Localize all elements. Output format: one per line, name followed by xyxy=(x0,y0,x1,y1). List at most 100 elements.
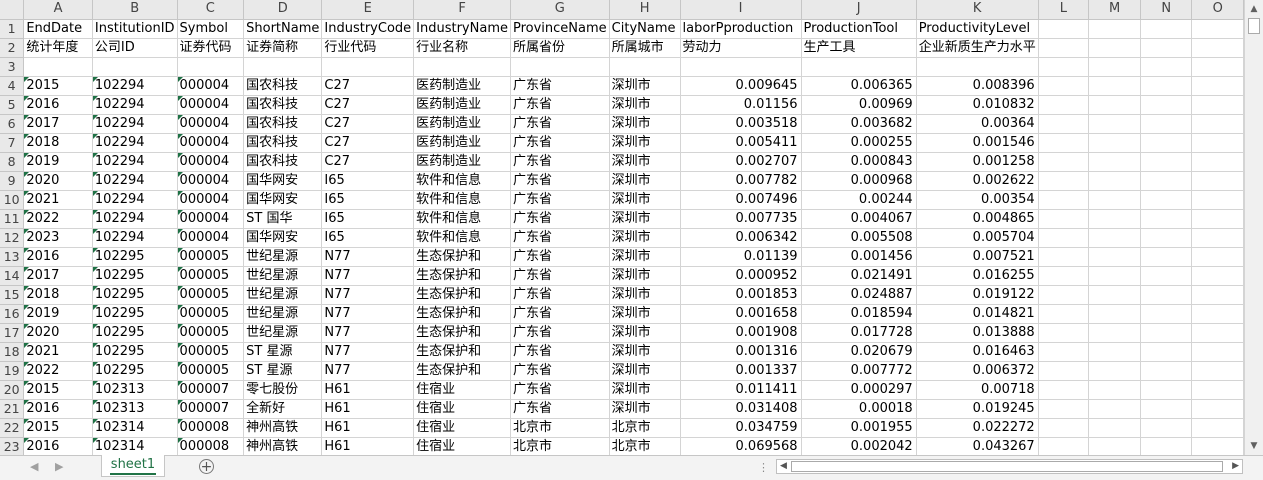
vertical-scrollbar[interactable]: ▲ ▼ xyxy=(1244,0,1263,455)
cell-f2[interactable]: 行业名称 xyxy=(413,38,511,58)
cell-e21[interactable]: H61 xyxy=(321,399,415,419)
row-header[interactable]: 4 xyxy=(0,76,25,96)
cell-c5[interactable]: 000004 xyxy=(177,95,245,115)
cell-d5[interactable]: 国农科技 xyxy=(243,95,323,115)
cell-h10[interactable]: 深圳市 xyxy=(609,190,681,210)
cell-a11[interactable]: 2022 xyxy=(23,209,93,229)
cell-m22[interactable] xyxy=(1088,418,1142,438)
cell-o5[interactable] xyxy=(1191,95,1244,115)
cell-n23[interactable] xyxy=(1140,437,1193,455)
cell-e10[interactable]: I65 xyxy=(321,190,415,210)
cell-f22[interactable]: 住宿业 xyxy=(413,418,511,438)
cell-l18[interactable] xyxy=(1038,342,1090,362)
cell-l10[interactable] xyxy=(1038,190,1090,210)
cell-h5[interactable]: 深圳市 xyxy=(609,95,681,115)
cell-f3[interactable] xyxy=(413,57,511,77)
cell-l20[interactable] xyxy=(1038,380,1090,400)
cell-d2[interactable]: 证券简称 xyxy=(243,38,323,58)
cell-a14[interactable]: 2017 xyxy=(23,266,93,286)
worksheet-grid[interactable]: A B C D E F G H I J K L M N O 1 EndDate InstitutionID Symb… xyxy=(0,0,1244,455)
column-header-e[interactable]: E xyxy=(321,0,415,20)
cell-l19[interactable] xyxy=(1038,361,1090,381)
cell-g4[interactable]: 广东省 xyxy=(510,76,610,96)
cell-e1[interactable]: IndustryCode xyxy=(321,19,415,39)
row-header[interactable]: 17 xyxy=(0,323,25,343)
scroll-up-arrow-icon[interactable]: ▲ xyxy=(1248,2,1260,16)
cell-h18[interactable]: 深圳市 xyxy=(609,342,681,362)
cell-i23[interactable]: 0.069568 xyxy=(680,437,802,455)
cell-h19[interactable]: 深圳市 xyxy=(609,361,681,381)
cell-o15[interactable] xyxy=(1191,285,1244,305)
cell-b4[interactable]: 102294 xyxy=(92,76,178,96)
row-header[interactable]: 16 xyxy=(0,304,25,324)
cell-h4[interactable]: 深圳市 xyxy=(609,76,681,96)
cell-a2[interactable]: 统计年度 xyxy=(23,38,93,58)
cell-h15[interactable]: 深圳市 xyxy=(609,285,681,305)
cell-o7[interactable] xyxy=(1191,133,1244,153)
cell-a19[interactable]: 2022 xyxy=(23,361,93,381)
cell-k3[interactable] xyxy=(916,57,1039,77)
column-header-j[interactable]: J xyxy=(801,0,917,20)
cell-n3[interactable] xyxy=(1140,57,1193,77)
cell-e19[interactable]: N77 xyxy=(321,361,415,381)
cell-a23[interactable]: 2016 xyxy=(23,437,93,455)
cell-l5[interactable] xyxy=(1038,95,1090,115)
cell-m20[interactable] xyxy=(1088,380,1142,400)
cell-h3[interactable] xyxy=(609,57,681,77)
cell-k19[interactable]: 0.006372 xyxy=(916,361,1039,381)
row-header[interactable]: 11 xyxy=(0,209,25,229)
cell-i2[interactable]: 劳动力 xyxy=(680,38,802,58)
row-header[interactable]: 9 xyxy=(0,171,25,191)
cell-m6[interactable] xyxy=(1088,114,1142,134)
cell-h14[interactable]: 深圳市 xyxy=(609,266,681,286)
cell-n10[interactable] xyxy=(1140,190,1193,210)
row-header[interactable]: 1 xyxy=(0,19,25,39)
cell-m19[interactable] xyxy=(1088,361,1142,381)
cell-o14[interactable] xyxy=(1191,266,1244,286)
cell-l4[interactable] xyxy=(1038,76,1090,96)
tab-splitter-handle[interactable]: ⋮ xyxy=(758,461,769,474)
row-header[interactable]: 10 xyxy=(0,190,25,210)
cell-m16[interactable] xyxy=(1088,304,1142,324)
column-header-a[interactable]: A xyxy=(23,0,93,20)
cell-d3[interactable] xyxy=(243,57,323,77)
cell-b10[interactable]: 102294 xyxy=(92,190,178,210)
cell-g5[interactable]: 广东省 xyxy=(510,95,610,115)
cell-m1[interactable] xyxy=(1088,19,1142,39)
cell-h9[interactable]: 深圳市 xyxy=(609,171,681,191)
cell-l17[interactable] xyxy=(1038,323,1090,343)
cell-a15[interactable]: 2018 xyxy=(23,285,93,305)
cell-o1[interactable] xyxy=(1191,19,1244,39)
cell-m4[interactable] xyxy=(1088,76,1142,96)
cell-l11[interactable] xyxy=(1038,209,1090,229)
cell-k13[interactable]: 0.007521 xyxy=(916,247,1039,267)
cell-f4[interactable]: 医药制造业 xyxy=(413,76,511,96)
cell-d13[interactable]: 世纪星源 xyxy=(243,247,323,267)
cell-o4[interactable] xyxy=(1191,76,1244,96)
cell-g7[interactable]: 广东省 xyxy=(510,133,610,153)
cell-i4[interactable]: 0.009645 xyxy=(680,76,802,96)
cell-b20[interactable]: 102313 xyxy=(92,380,178,400)
cell-l12[interactable] xyxy=(1038,228,1090,248)
cell-m3[interactable] xyxy=(1088,57,1142,77)
cell-d11[interactable]: ST 国华 xyxy=(243,209,323,229)
cell-o21[interactable] xyxy=(1191,399,1244,419)
cell-j18[interactable]: 0.020679 xyxy=(801,342,917,362)
cell-e14[interactable]: N77 xyxy=(321,266,415,286)
cell-f1[interactable]: IndustryName xyxy=(413,19,511,39)
column-header-l[interactable]: L xyxy=(1038,0,1090,20)
cell-e16[interactable]: N77 xyxy=(321,304,415,324)
cell-b15[interactable]: 102295 xyxy=(92,285,178,305)
cell-i3[interactable] xyxy=(680,57,802,77)
cell-g18[interactable]: 广东省 xyxy=(510,342,610,362)
cell-m9[interactable] xyxy=(1088,171,1142,191)
cell-h23[interactable]: 北京市 xyxy=(609,437,681,455)
cell-c7[interactable]: 000004 xyxy=(177,133,245,153)
cell-d17[interactable]: 世纪星源 xyxy=(243,323,323,343)
cell-j13[interactable]: 0.001456 xyxy=(801,247,917,267)
cell-o23[interactable] xyxy=(1191,437,1244,455)
column-header-b[interactable]: B xyxy=(92,0,178,20)
cell-h16[interactable]: 深圳市 xyxy=(609,304,681,324)
cell-g10[interactable]: 广东省 xyxy=(510,190,610,210)
cell-j23[interactable]: 0.002042 xyxy=(801,437,917,455)
